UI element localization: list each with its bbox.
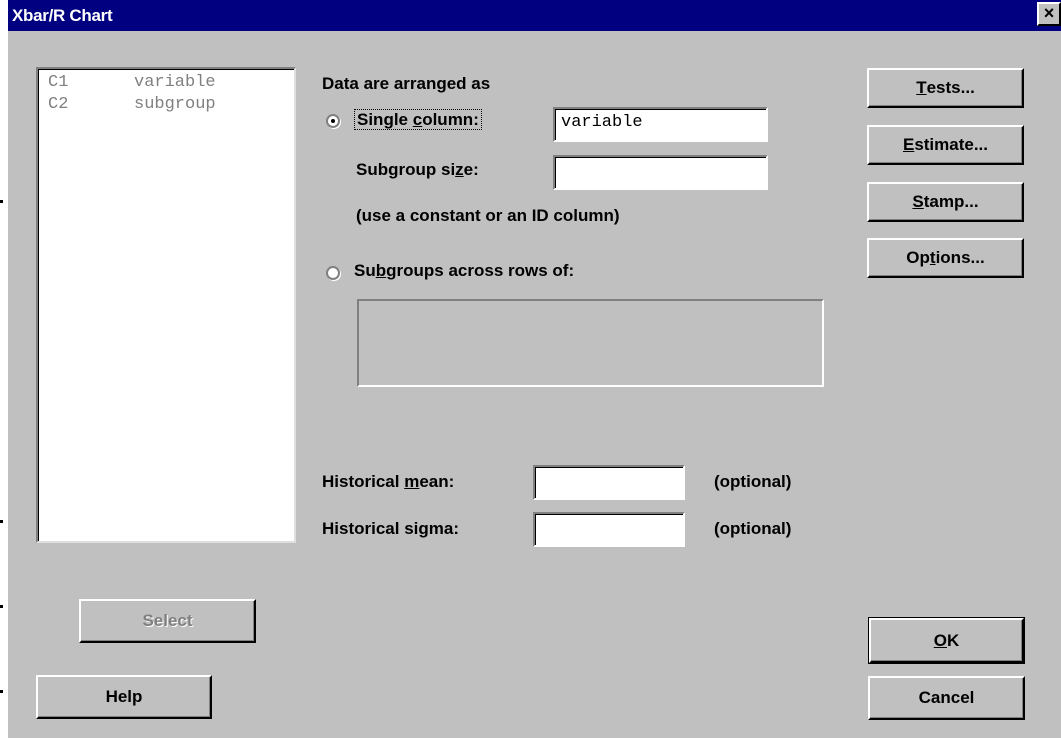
edge-mark [0, 520, 3, 523]
subgroup-hint: (use a constant or an ID column) [356, 206, 620, 225]
help-button[interactable]: Help [36, 675, 212, 719]
variables-listbox[interactable]: C1 variable C2 subgroup [36, 67, 296, 543]
select-button[interactable]: Select [79, 599, 256, 643]
single-column-label[interactable]: Single column: [354, 109, 482, 130]
title-bar: Xbar/R Chart × [8, 0, 1061, 31]
subgroups-across-radio[interactable] [326, 266, 340, 280]
estimate-button[interactable]: Estimate... [867, 125, 1024, 165]
subgroup-size-input[interactable] [553, 155, 768, 190]
edge-mark [0, 690, 3, 693]
edge-mark [0, 200, 3, 203]
window-title: Xbar/R Chart [12, 6, 113, 25]
subgroups-across-label[interactable]: Subgroups across rows of: [354, 261, 574, 281]
subgroups-across-input[interactable] [357, 299, 824, 387]
radio-selected-dot [331, 119, 335, 123]
tests-button[interactable]: Tests... [867, 68, 1024, 108]
close-button[interactable]: × [1037, 2, 1061, 26]
historical-mean-input[interactable] [533, 465, 685, 500]
list-item[interactable]: C1 variable [48, 73, 216, 92]
single-column-input[interactable]: variable [553, 107, 768, 142]
stamp-button[interactable]: Stamp... [867, 182, 1024, 222]
edge-mark [0, 605, 3, 608]
historical-mean-label: Historical mean: [322, 472, 455, 491]
subgroup-size-label: Subgroup size: [356, 160, 479, 179]
historical-sigma-optional: (optional) [714, 519, 792, 538]
arrangement-heading: Data are arranged as [322, 74, 491, 93]
ok-button[interactable]: OK [868, 617, 1025, 664]
historical-sigma-input[interactable] [533, 512, 685, 547]
list-item[interactable]: C2 subgroup [48, 95, 216, 114]
dialog-body: C1 variable C2 subgroup Data are arranged … [8, 31, 1061, 738]
window-left-edge [0, 0, 8, 738]
historical-sigma-label: Historical sigma: [322, 519, 459, 538]
close-icon: × [1043, 3, 1055, 23]
cancel-button[interactable]: Cancel [868, 676, 1025, 720]
options-button[interactable]: Op t ions... [867, 238, 1024, 278]
historical-mean-optional: (optional) [714, 472, 792, 491]
single-column-radio[interactable] [326, 114, 340, 128]
